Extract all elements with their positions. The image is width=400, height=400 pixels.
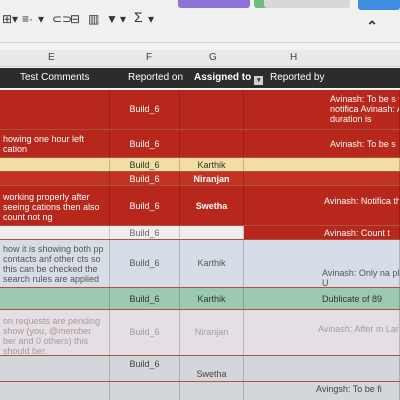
table-row: Build_6 Karthik Dublicate of 89: [0, 288, 400, 310]
column-letters: E F G H: [0, 50, 400, 67]
reported-on-cell[interactable]: Build_6: [110, 172, 180, 185]
reported-by-cell[interactable]: Avinash: To be s time this notifica Avin…: [244, 90, 400, 129]
column-letter-e[interactable]: E: [48, 52, 55, 63]
reported-by-cell[interactable]: [244, 172, 400, 185]
reported-by-cell[interactable]: Avinash: After m Langour: Modifie: [244, 310, 400, 355]
sum-icon[interactable]: Σ: [134, 10, 143, 24]
column-letter-g[interactable]: G: [209, 52, 217, 63]
comment-cell[interactable]: how it is showing both pp contacts anf o…: [0, 240, 110, 287]
table-row: Build_6 Karthik: [0, 158, 400, 172]
reported-by-cell[interactable]: Avingsh: To be fi: [244, 382, 400, 400]
comment-cell[interactable]: [0, 226, 110, 239]
reported-on-cell[interactable]: Build_6: [110, 130, 180, 157]
comment-cell[interactable]: [0, 172, 110, 185]
reported-by-cell[interactable]: Avinash: Notifica this api in Home: [244, 186, 400, 225]
comment-cell[interactable]: [0, 90, 110, 129]
comment-cell[interactable]: working properly after seeing cations th…: [0, 186, 110, 225]
filter-dropdown-icon[interactable]: ▾: [254, 76, 264, 85]
reported-by-cell[interactable]: [244, 158, 400, 171]
header-reported-on[interactable]: Reported on: [128, 72, 183, 83]
assigned-to-cell[interactable]: Niranjan: [180, 310, 244, 355]
table-row: howing one hour left cation Build_6 Avin…: [0, 130, 400, 158]
assigned-to-cell[interactable]: [180, 90, 244, 129]
assigned-to-cell[interactable]: Swetha: [180, 356, 244, 381]
header-assigned-to-label: Assigned to: [194, 72, 252, 83]
table-row: Avingsh: To be fi: [0, 382, 400, 400]
comment-cell[interactable]: [0, 288, 110, 309]
reported-on-cell[interactable]: Build_6: [110, 186, 180, 225]
reported-on-cell[interactable]: Build_6: [110, 158, 180, 171]
align-icon[interactable]: ≡·: [22, 12, 33, 26]
chart-icon[interactable]: ▥: [88, 12, 99, 26]
align-dropdown-icon[interactable]: ▾: [38, 12, 44, 26]
reported-on-cell[interactable]: Build_6: [110, 240, 180, 287]
comment-cell[interactable]: [0, 158, 110, 171]
table-row: Build_6 Swetha: [0, 356, 400, 382]
toolbar-tab-grey[interactable]: [264, 0, 350, 8]
comment-icon[interactable]: ⊟: [70, 12, 80, 26]
assigned-to-cell[interactable]: [180, 130, 244, 157]
table-row: Build_6 Avinash: Count t: [0, 226, 400, 240]
reported-by-cell[interactable]: Avinash: Count t: [244, 226, 400, 239]
assigned-to-cell[interactable]: Karthik: [180, 240, 244, 287]
assigned-to-cell[interactable]: Swetha: [180, 186, 244, 225]
comment-cell[interactable]: [0, 356, 110, 381]
table-row: Build_6 Avinash: To be s time this notif…: [0, 90, 400, 130]
spreadsheet-window: ⊞ ▾ ≡· ▾ ⊂⊃ ⊟ ▥ ▼ ▾ Σ ▾ ⌃ E F G H Test C…: [0, 0, 400, 400]
column-letter-h[interactable]: H: [290, 52, 297, 63]
header-row: Test Comments Reported on Assigned to ▾ R…: [0, 68, 400, 88]
toolbar-tab-blue[interactable]: [358, 0, 400, 10]
comment-cell[interactable]: on requests are pending show (you, @memb…: [0, 310, 110, 355]
table-row: Build_6 Niranjan: [0, 172, 400, 186]
table-row: how it is showing both pp contacts anf o…: [0, 240, 400, 288]
header-test-comments[interactable]: Test Comments: [20, 72, 89, 83]
reported-on-cell[interactable]: Build_6: [110, 90, 180, 129]
assigned-to-cell[interactable]: Karthik: [180, 288, 244, 309]
comment-cell[interactable]: [0, 382, 110, 400]
reported-on-cell[interactable]: Build_6: [110, 226, 180, 239]
filter-dropdown-icon[interactable]: ▾: [120, 12, 126, 26]
reported-on-cell[interactable]: [110, 382, 180, 400]
functions-dropdown-icon[interactable]: ▾: [148, 12, 154, 26]
collapse-toolbar-icon[interactable]: ⌃: [366, 18, 378, 35]
header-assigned-to[interactable]: Assigned to ▾: [194, 72, 264, 85]
borders-dropdown-icon[interactable]: ▾: [12, 12, 18, 26]
filter-icon[interactable]: ▼: [106, 12, 118, 26]
reported-by-cell[interactable]: Avinash: To be s: [244, 130, 400, 157]
reported-by-cell[interactable]: Avinash: Only na please add the U: [244, 240, 400, 287]
reported-on-cell[interactable]: Build_6: [110, 310, 180, 355]
data-grid: Build_6 Avinash: To be s time this notif…: [0, 90, 400, 400]
assigned-to-cell[interactable]: Karthik: [180, 158, 244, 171]
assigned-to-cell[interactable]: [180, 226, 244, 239]
column-letter-f[interactable]: F: [146, 52, 152, 63]
assigned-to-cell[interactable]: [180, 382, 244, 400]
reported-on-cell[interactable]: Build_6: [110, 288, 180, 309]
toolbar: ⊞ ▾ ≡· ▾ ⊂⊃ ⊟ ▥ ▼ ▾ Σ ▾ ⌃: [0, 0, 400, 43]
header-reported-by[interactable]: Reported by: [270, 72, 324, 83]
comment-cell[interactable]: howing one hour left cation: [0, 130, 110, 157]
table-row: on requests are pending show (you, @memb…: [0, 310, 400, 356]
assigned-to-cell[interactable]: Niranjan: [180, 172, 244, 185]
reported-on-cell[interactable]: Build_6: [110, 356, 180, 381]
reported-by-cell[interactable]: [244, 356, 400, 381]
reported-by-cell[interactable]: Dublicate of 89: [244, 288, 400, 309]
toolbar-tab-purple[interactable]: [178, 0, 250, 8]
table-row: working properly after seeing cations th…: [0, 186, 400, 226]
borders-icon[interactable]: ⊞: [2, 12, 12, 26]
